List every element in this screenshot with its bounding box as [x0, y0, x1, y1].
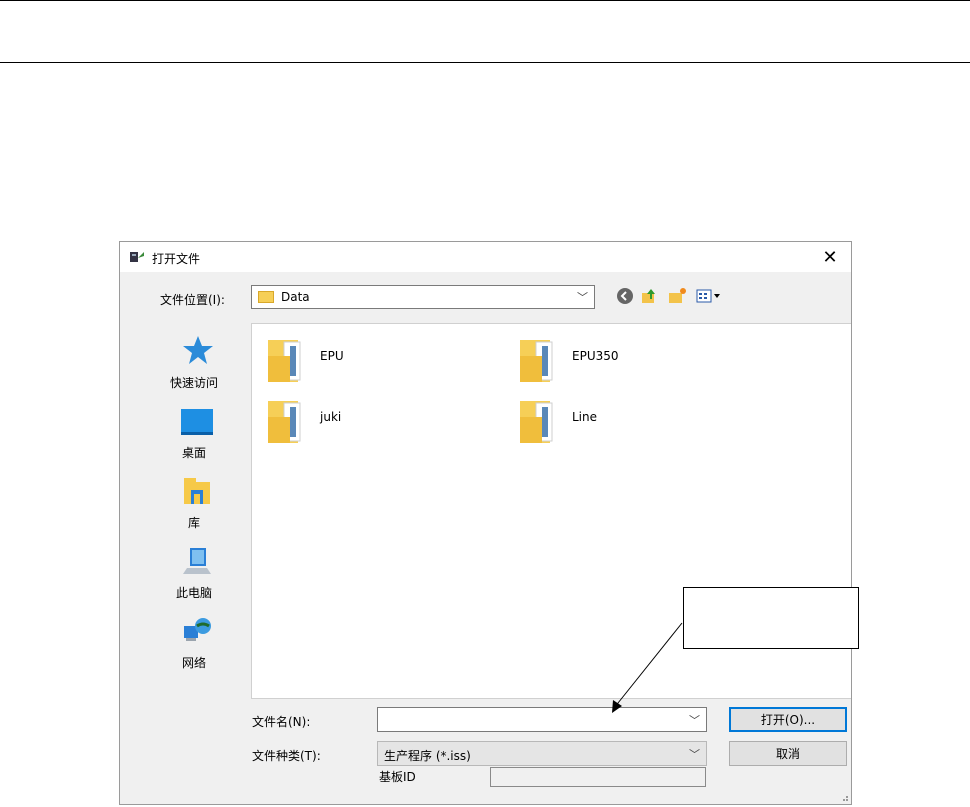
top-rule	[0, 0, 970, 1]
open-file-dialog: 打开文件 ✕ 文件位置(I): Data ﹀ 快速访问 桌面 库 此电脑 网络 …	[119, 241, 852, 805]
folder-icon	[520, 401, 553, 443]
app-icon	[130, 252, 144, 262]
folder-name: Line	[572, 410, 598, 424]
look-in-label: 文件位置(I):	[160, 293, 225, 307]
chevron-down-icon: ﹀	[689, 748, 700, 761]
close-icon: ✕	[822, 246, 838, 268]
place-label: 网络	[181, 656, 206, 670]
place-label: 此电脑	[175, 586, 212, 600]
resize-grip-icon[interactable]	[839, 792, 849, 802]
view-menu-icon[interactable]	[695, 286, 723, 306]
filetype-select[interactable]: 生产程序 (*.iss) ﹀	[377, 741, 707, 766]
back-icon[interactable]	[615, 286, 635, 306]
chevron-down-icon: ﹀	[577, 291, 588, 304]
dialog-title: 打开文件	[152, 252, 201, 266]
open-button[interactable]: 打开(O)...	[729, 707, 847, 732]
look-in-value: Data	[281, 290, 310, 304]
folder-name: EPU350	[572, 349, 619, 363]
place-quick-access[interactable]: 快速访问	[138, 332, 250, 394]
place-label: 快速访问	[169, 376, 218, 390]
folder-icon	[268, 401, 301, 443]
library-icon	[184, 478, 210, 504]
folder-item-epu[interactable]: EPU	[266, 336, 466, 386]
folder-icon	[268, 340, 301, 382]
folder-item-juki[interactable]: juki	[266, 397, 466, 447]
place-desktop[interactable]: 桌面	[138, 402, 250, 464]
folder-icon	[520, 340, 553, 382]
place-label: 桌面	[181, 446, 206, 460]
board-id-label: 基板ID	[379, 770, 416, 784]
callout-box	[683, 587, 859, 649]
network-icon	[184, 618, 211, 641]
chevron-down-icon: ﹀	[689, 714, 700, 727]
filetype-label: 文件种类(T):	[252, 749, 321, 763]
folder-item-line[interactable]: Line	[518, 397, 718, 447]
folder-name: EPU	[320, 349, 344, 363]
close-button[interactable]: ✕	[809, 242, 851, 272]
header-rule	[0, 62, 970, 63]
desktop-icon	[181, 409, 213, 435]
place-this-pc[interactable]: 此电脑	[138, 542, 250, 604]
folder-icon	[258, 291, 274, 303]
this-pc-icon	[183, 548, 211, 574]
quick-access-star-icon	[183, 336, 213, 364]
cancel-button[interactable]: 取消	[729, 741, 847, 766]
place-network[interactable]: 网络	[138, 612, 250, 674]
callout-arrow	[612, 622, 683, 713]
place-library[interactable]: 库	[138, 472, 250, 534]
filename-label: 文件名(N):	[252, 715, 311, 729]
title-bar: 打开文件 ✕	[120, 242, 851, 272]
folder-item-epu350[interactable]: EPU350	[518, 336, 718, 386]
places-bar: 快速访问 桌面 库 此电脑 网络	[138, 320, 250, 700]
filetype-value: 生产程序 (*.iss)	[384, 749, 471, 763]
up-folder-icon[interactable]	[639, 286, 659, 306]
board-id-field[interactable]	[490, 767, 706, 787]
look-in-combo[interactable]: Data ﹀	[251, 285, 595, 309]
folder-name: juki	[320, 410, 342, 424]
new-folder-icon[interactable]	[667, 286, 687, 306]
place-label: 库	[187, 516, 200, 530]
